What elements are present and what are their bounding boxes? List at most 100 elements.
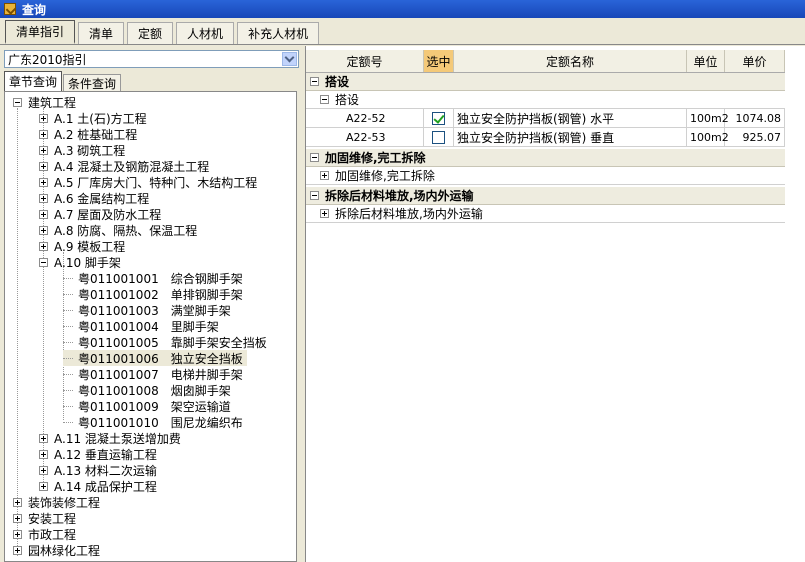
tree-node-chapter-a10[interactable]: A.10 脚手架 — [39, 254, 121, 270]
expand-icon[interactable] — [39, 209, 48, 219]
tree-node-chapter[interactable]: A.2 桩基础工程 — [39, 126, 137, 142]
tree-node-chapter[interactable]: A.3 砌筑工程 — [39, 142, 125, 158]
expand-icon[interactable] — [39, 177, 48, 187]
collapse-icon[interactable] — [310, 77, 319, 86]
col-selected[interactable]: 选中 — [424, 50, 454, 72]
tree-node-chapter[interactable]: A.5 厂库房大门、特种门、木结构工程 — [39, 174, 257, 190]
query-tabs: 章节查询 条件查询 — [4, 71, 122, 91]
subgroup-title: 加固维修,完工拆除 — [335, 169, 435, 183]
expand-icon[interactable] — [320, 171, 329, 180]
guide-select[interactable]: 广东2010指引 — [4, 50, 299, 68]
col-quota-name[interactable]: 定额名称 — [454, 50, 687, 72]
item-name: 满堂脚手架 — [170, 303, 231, 318]
expand-icon[interactable] — [39, 241, 48, 251]
expand-icon[interactable] — [39, 161, 48, 171]
tree-leaf-item[interactable]: 粤011001010 围尼龙编织布 — [63, 414, 243, 430]
tree-node-chapter[interactable]: A.11 混凝土泵送增加费 — [39, 430, 181, 446]
tree-node-root[interactable]: 建筑工程 — [13, 94, 76, 110]
tree-node-label: 安装工程 — [28, 511, 77, 526]
collapse-icon[interactable] — [310, 153, 319, 162]
tab-supplement-labor-material[interactable]: 补充人材机 — [237, 22, 320, 44]
collapse-icon[interactable] — [39, 257, 48, 267]
col-price[interactable]: 单价 — [725, 50, 785, 72]
expand-icon[interactable] — [39, 225, 48, 235]
item-name: 综合钢脚手架 — [170, 271, 243, 286]
tab-bill[interactable]: 清单 — [78, 22, 125, 44]
tree-node-label: A.1 土(石)方工程 — [54, 111, 147, 126]
expand-icon[interactable] — [39, 193, 48, 203]
row-price: 925.07 — [725, 127, 785, 147]
tree-leaf-item[interactable]: 粤011001004 里脚手架 — [63, 318, 219, 334]
col-quota-code[interactable]: 定额号 — [306, 50, 424, 72]
chevron-down-icon[interactable] — [282, 52, 297, 66]
tab-labor-material[interactable]: 人材机 — [176, 22, 235, 44]
row-unit: 100m2 — [687, 108, 729, 128]
tree-leaf-item[interactable]: 粤011001009 架空运输道 — [63, 398, 231, 414]
tree-node-chapter[interactable]: A.6 金属结构工程 — [39, 190, 149, 206]
row-price: 1074.08 — [725, 108, 785, 128]
tree-node-chapter[interactable]: A.1 土(石)方工程 — [39, 110, 147, 126]
tree-node-chapter[interactable]: A.9 模板工程 — [39, 238, 125, 254]
tab-chapter-query[interactable]: 章节查询 — [4, 71, 63, 91]
tree-leaf-item[interactable]: 粤011001003 满堂脚手架 — [63, 302, 231, 318]
tree-node-root[interactable]: 园林绿化工程 — [13, 542, 100, 558]
title-bar: 查询 — [0, 0, 805, 18]
expand-icon[interactable] — [13, 529, 22, 539]
tree-leaf-item[interactable]: 粤011001008 烟囱脚手架 — [63, 382, 231, 398]
tree-node-root[interactable]: 装饰装修工程 — [13, 494, 100, 510]
tree-node-chapter[interactable]: A.4 混凝土及钢筋混凝土工程 — [39, 158, 209, 174]
collapse-icon[interactable] — [320, 95, 329, 104]
item-code: 粤011001008 — [78, 383, 159, 398]
tree-node-chapter[interactable]: A.14 成品保护工程 — [39, 478, 157, 494]
tree-node-root[interactable]: 市政工程 — [13, 526, 76, 542]
expand-icon[interactable] — [39, 433, 48, 443]
tree-leaf-item-selected[interactable]: 粤011001006 独立安全挡板 — [63, 350, 247, 366]
row-checkbox[interactable] — [432, 111, 445, 125]
subgroup-row[interactable]: 拆除后材料堆放,场内外运输 — [306, 205, 785, 223]
group-row[interactable]: 搭设 — [306, 73, 785, 91]
expand-icon[interactable] — [39, 113, 48, 123]
tree-leaf-item[interactable]: 粤011001002 单排钢脚手架 — [63, 286, 243, 302]
subgroup-row[interactable]: 加固维修,完工拆除 — [306, 167, 785, 185]
tree-node-chapter[interactable]: A.12 垂直运输工程 — [39, 446, 157, 462]
tree-node-chapter[interactable]: A.7 屋面及防水工程 — [39, 206, 161, 222]
expand-icon[interactable] — [13, 497, 22, 507]
collapse-icon[interactable] — [310, 191, 319, 200]
group-row[interactable]: 拆除后材料堆放,场内外运输 — [306, 187, 785, 205]
table-row[interactable]: A22-52 独立安全防护挡板(钢管) 水平 100m2 1074.08 — [306, 108, 785, 128]
expand-icon[interactable] — [39, 465, 48, 475]
row-name: 独立安全防护挡板(钢管) 垂直 — [454, 127, 687, 147]
expand-icon[interactable] — [320, 209, 329, 218]
tree-leaf-item[interactable]: 粤011001001 综合钢脚手架 — [63, 270, 243, 286]
expand-icon[interactable] — [13, 545, 22, 555]
tree-node-chapter[interactable]: A.8 防腐、隔热、保温工程 — [39, 222, 197, 238]
col-unit[interactable]: 单位 — [687, 50, 725, 72]
tree-node-label: A.9 模板工程 — [54, 239, 126, 254]
tree-node-label: A.12 垂直运输工程 — [54, 447, 157, 462]
tree-node-label: A.8 防腐、隔热、保温工程 — [54, 223, 198, 238]
tab-bill-guide[interactable]: 清单指引 — [5, 20, 76, 44]
main-tabbar: 清单指引 清单 定额 人材机 补充人材机 — [0, 19, 805, 45]
item-name: 烟囱脚手架 — [170, 383, 231, 398]
tab-quota[interactable]: 定额 — [127, 22, 174, 44]
item-name: 电梯井脚手架 — [170, 367, 243, 382]
collapse-icon[interactable] — [13, 97, 22, 107]
item-code: 粤011001009 — [78, 399, 159, 414]
tree-node-chapter[interactable]: A.13 材料二次运输 — [39, 462, 157, 478]
tree-leaf-item[interactable]: 粤011001005 靠脚手架安全挡板 — [63, 334, 267, 350]
row-unit: 100m2 — [687, 127, 729, 147]
tree-leaf-item[interactable]: 粤011001007 电梯井脚手架 — [63, 366, 243, 382]
group-row[interactable]: 加固维修,完工拆除 — [306, 149, 785, 167]
tab-condition-query[interactable]: 条件查询 — [63, 74, 122, 91]
expand-icon[interactable] — [39, 129, 48, 139]
subgroup-row[interactable]: 搭设 — [306, 91, 785, 109]
row-checkbox[interactable] — [432, 130, 445, 144]
expand-icon[interactable] — [39, 145, 48, 155]
table-row[interactable]: A22-53 独立安全防护挡板(钢管) 垂直 100m2 925.07 — [306, 127, 785, 147]
item-code: 粤011001005 — [78, 335, 159, 350]
tree-node-label: 市政工程 — [28, 527, 77, 542]
tree-node-root[interactable]: 安装工程 — [13, 510, 76, 526]
expand-icon[interactable] — [13, 513, 22, 523]
expand-icon[interactable] — [39, 481, 48, 491]
expand-icon[interactable] — [39, 449, 48, 459]
